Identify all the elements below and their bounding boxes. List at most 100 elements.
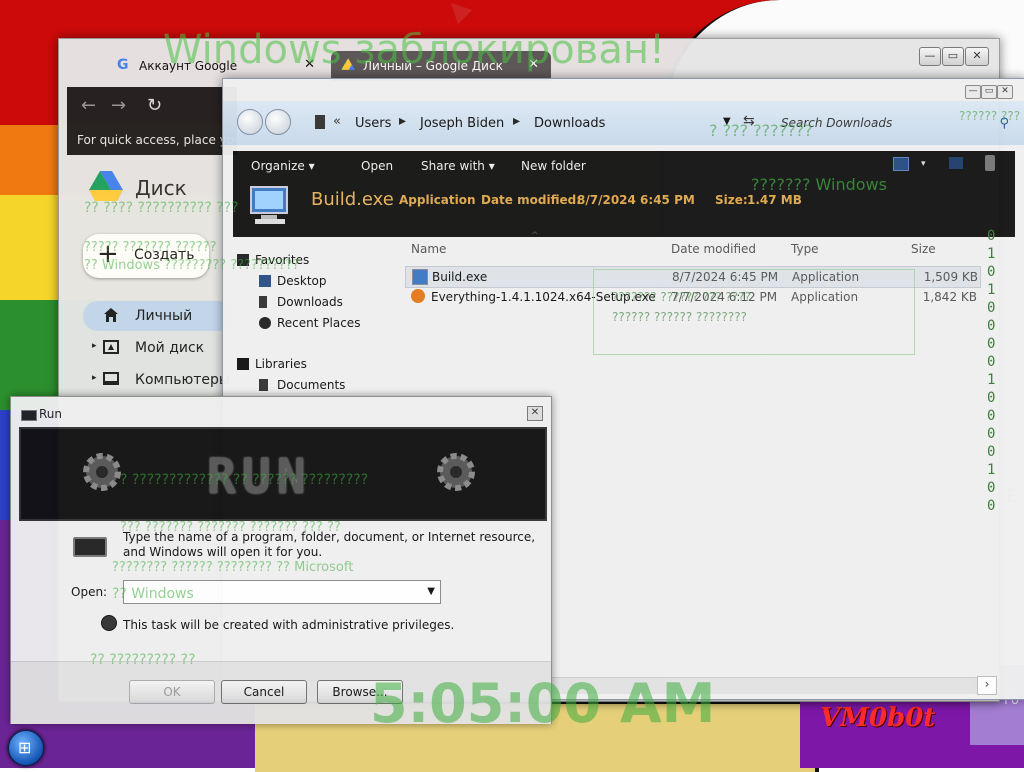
ransom-banner-text: Windows заблокирован! — [163, 27, 666, 73]
view-options-icon[interactable]: ▾ — [921, 159, 926, 169]
breadcrumb-downloads[interactable]: Downloads — [534, 116, 605, 131]
file-size: 1,842 KB — [922, 290, 977, 304]
overlay-text: ?? Windows — [112, 586, 194, 602]
maximize-button[interactable]: ▭ — [942, 47, 964, 66]
overlay-text: ?? ????????? ?? — [90, 652, 196, 668]
column-header-date[interactable]: Date modified — [671, 242, 756, 256]
breadcrumb-separator-icon[interactable]: ▸ — [399, 113, 406, 129]
close-button[interactable]: ✕ — [965, 47, 989, 66]
sidebar-item-personal[interactable]: Личный — [83, 301, 233, 331]
address-bar: « Users ▸ Joseph Biden ▸ Downloads ▼ ⇆ S… — [223, 101, 1024, 145]
overlay-text: ? ????????????? ?? ?????? ????????? — [120, 472, 369, 488]
sidebar-item-computers[interactable]: ▸ Компьютеры — [83, 365, 233, 395]
start-button[interactable]: ⊞ — [8, 730, 44, 766]
folder-location-icon — [315, 115, 325, 129]
back-button[interactable] — [237, 109, 263, 135]
computer-icon — [103, 372, 119, 385]
forward-button[interactable] — [265, 109, 291, 135]
help-icon[interactable] — [985, 155, 995, 171]
maximize-button[interactable]: ▭ — [981, 85, 997, 99]
reload-icon[interactable]: ↻ — [147, 95, 162, 116]
command-bar: Organize ▾ Open Share with ▾ New folder … — [233, 151, 1015, 237]
open-label: Open: — [71, 585, 108, 599]
file-name: Build.exe — [432, 270, 488, 284]
expand-caret-icon[interactable]: ▸ — [92, 341, 97, 351]
sidebar-item-label: Компьютеры — [135, 372, 230, 388]
chevron-down-icon[interactable]: ▼ — [427, 586, 435, 597]
nav-label: Libraries — [255, 357, 307, 371]
selected-file-type: Application — [399, 193, 476, 207]
cancel-button[interactable]: Cancel — [221, 680, 307, 704]
browser-toolbar: ← → ↻ For quick access, place your — [67, 87, 247, 155]
date-modified-label: Date modified: — [481, 193, 581, 207]
windows-logo-icon: ⊞ — [18, 738, 32, 757]
nav-desktop[interactable]: Desktop — [259, 274, 327, 288]
column-header-type[interactable]: Type — [791, 242, 819, 256]
libraries-icon — [237, 358, 249, 370]
size-label: Size: — [715, 193, 748, 207]
nav-recent-places[interactable]: Recent Places — [259, 316, 361, 330]
vm-label: VM0b0t — [820, 703, 936, 733]
nav-documents[interactable]: Documents — [259, 378, 346, 392]
application-file-icon — [250, 186, 288, 224]
scroll-right-icon[interactable]: › — [977, 676, 997, 695]
breadcrumb-user-folder[interactable]: Joseph Biden — [420, 116, 504, 131]
column-header-size[interactable]: Size — [911, 242, 936, 256]
admin-privileges-note: This task will be created with administr… — [123, 618, 455, 632]
organize-button[interactable]: Organize ▾ — [251, 159, 315, 173]
admin-shield-icon — [101, 615, 117, 631]
close-button[interactable]: ✕ — [997, 85, 1013, 99]
minimize-button[interactable]: — — [919, 47, 941, 66]
column-header-name[interactable]: Name — [411, 242, 446, 256]
downloads-icon — [259, 296, 267, 308]
overlay-clock: 5:05:00 AM — [370, 672, 716, 735]
application-file-icon — [412, 269, 428, 285]
documents-icon — [259, 379, 268, 391]
nav-label: Documents — [277, 378, 346, 392]
dialog-title: Run — [39, 407, 63, 421]
breadcrumb-overflow-icon[interactable]: « — [333, 114, 341, 129]
preview-pane-icon[interactable] — [949, 157, 963, 169]
selected-file-date: 8/7/2024 6:45 PM — [577, 193, 695, 207]
expand-caret-icon[interactable]: ▸ — [92, 373, 97, 383]
gear-icon — [437, 453, 475, 491]
selected-file-name: Build.exe — [311, 189, 394, 210]
overlay-text: ????? ??????? ?????? — [84, 240, 217, 255]
minimize-button[interactable]: — — [965, 85, 981, 99]
recent-places-icon — [259, 317, 271, 329]
overlay-text: ?????? ?????? ???????? — [612, 310, 748, 324]
overlay-binary-text: 0101000010000100 — [987, 228, 996, 514]
nav-label: Recent Places — [277, 316, 361, 330]
overlay-text: ??????? Windows — [751, 175, 887, 194]
close-button[interactable]: ✕ — [527, 406, 543, 421]
breadcrumb-users[interactable]: Users — [355, 116, 391, 131]
share-with-button[interactable]: Share with ▾ — [421, 159, 495, 173]
overlay-text: ???????? ?????? ???????? ?? Microsoft — [112, 560, 354, 575]
sort-ascending-icon: ^ — [531, 231, 539, 241]
back-arrow-icon[interactable]: ← — [81, 95, 96, 116]
nav-label: Desktop — [277, 274, 327, 288]
overlay-text: ?????? ??? — [959, 109, 1021, 123]
change-view-icon[interactable] — [893, 157, 909, 171]
ok-button[interactable]: OK — [129, 680, 215, 704]
overlay-text: ??? ??????? ??????? ??????? ??? ?? — [120, 520, 341, 535]
gear-icon — [83, 453, 121, 491]
forward-arrow-icon[interactable]: → — [111, 95, 126, 116]
sidebar-item-my-drive[interactable]: ▸ Мой диск — [83, 333, 233, 363]
overlay-message-box: ??????? ?????? ??? ???? ?????? ?????? ??… — [593, 269, 915, 355]
run-program-icon — [73, 537, 107, 557]
overlay-text: ??????? ?????? ??? ???? — [612, 290, 751, 304]
breadcrumb-separator-icon[interactable]: ▸ — [513, 113, 520, 129]
overlay-text: ? ??? ??????? — [709, 121, 813, 140]
nav-label: Downloads — [277, 295, 343, 309]
overlay-text: ?? ???? ?????????? ??? — [84, 200, 239, 216]
nav-downloads[interactable]: Downloads — [259, 295, 343, 309]
nav-libraries[interactable]: Libraries — [237, 357, 307, 371]
selected-file-size: 1.47 MB — [747, 193, 802, 207]
sidebar-item-label: Мой диск — [135, 340, 205, 356]
file-list-header: ^ Name Date modified Type Size — [405, 231, 1017, 259]
desktop-icon — [259, 275, 271, 287]
open-button[interactable]: Open — [361, 159, 393, 173]
home-icon — [104, 308, 118, 322]
new-folder-button[interactable]: New folder — [521, 159, 586, 173]
